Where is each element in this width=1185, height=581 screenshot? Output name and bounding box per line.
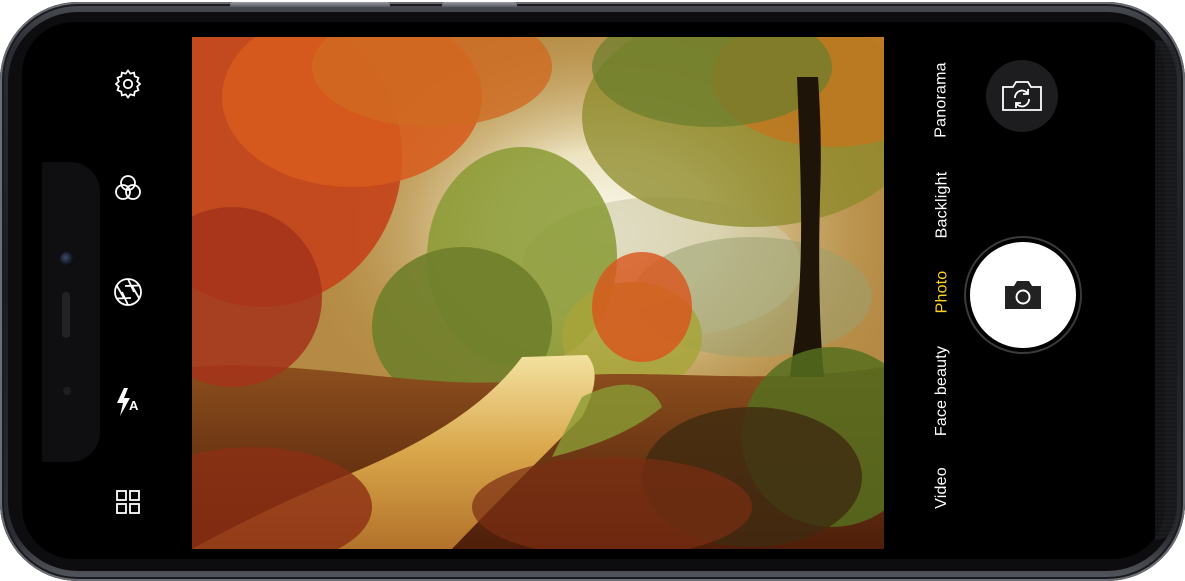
camera-icon (1005, 281, 1041, 309)
more-options-button[interactable] (106, 480, 150, 524)
mode-video[interactable]: Video (932, 460, 952, 515)
mode-face-beauty-label: Face beauty (933, 345, 951, 436)
volume-button (230, 2, 390, 7)
earpiece-speaker (62, 292, 70, 338)
mode-backlight-label: Backlight (933, 171, 951, 239)
sensor-dot (63, 387, 71, 395)
filters-circles-icon (115, 175, 141, 200)
mode-face-beauty[interactable]: Face beauty (932, 338, 952, 443)
mode-video-label: Video (933, 466, 951, 509)
settings-button[interactable] (106, 62, 150, 106)
mode-panorama[interactable]: Panorama (932, 55, 952, 145)
mode-photo[interactable]: Photo (932, 262, 952, 322)
phone-grip-texture (1155, 40, 1177, 540)
switch-camera-icon (1002, 81, 1042, 111)
grid-icon (116, 490, 140, 514)
viewfinder-scene (192, 37, 884, 549)
flash-auto-label: A (129, 398, 139, 413)
camera-viewfinder[interactable] (192, 37, 884, 549)
shutter-button[interactable] (970, 242, 1076, 348)
power-button (442, 2, 517, 7)
notch (42, 162, 100, 462)
front-camera-lens (60, 252, 74, 266)
mode-backlight[interactable]: Backlight (932, 160, 952, 250)
flash-auto-button[interactable]: A (106, 380, 150, 424)
flash-auto-icon (117, 388, 130, 416)
mode-panorama-label: Panorama (933, 62, 951, 138)
switch-camera-button[interactable] (986, 60, 1058, 132)
aperture-icon (114, 278, 142, 306)
mode-photo-label: Photo (933, 270, 950, 314)
aperture-button[interactable] (106, 270, 150, 314)
settings-gear-icon (114, 69, 142, 99)
filters-button[interactable] (106, 166, 150, 210)
